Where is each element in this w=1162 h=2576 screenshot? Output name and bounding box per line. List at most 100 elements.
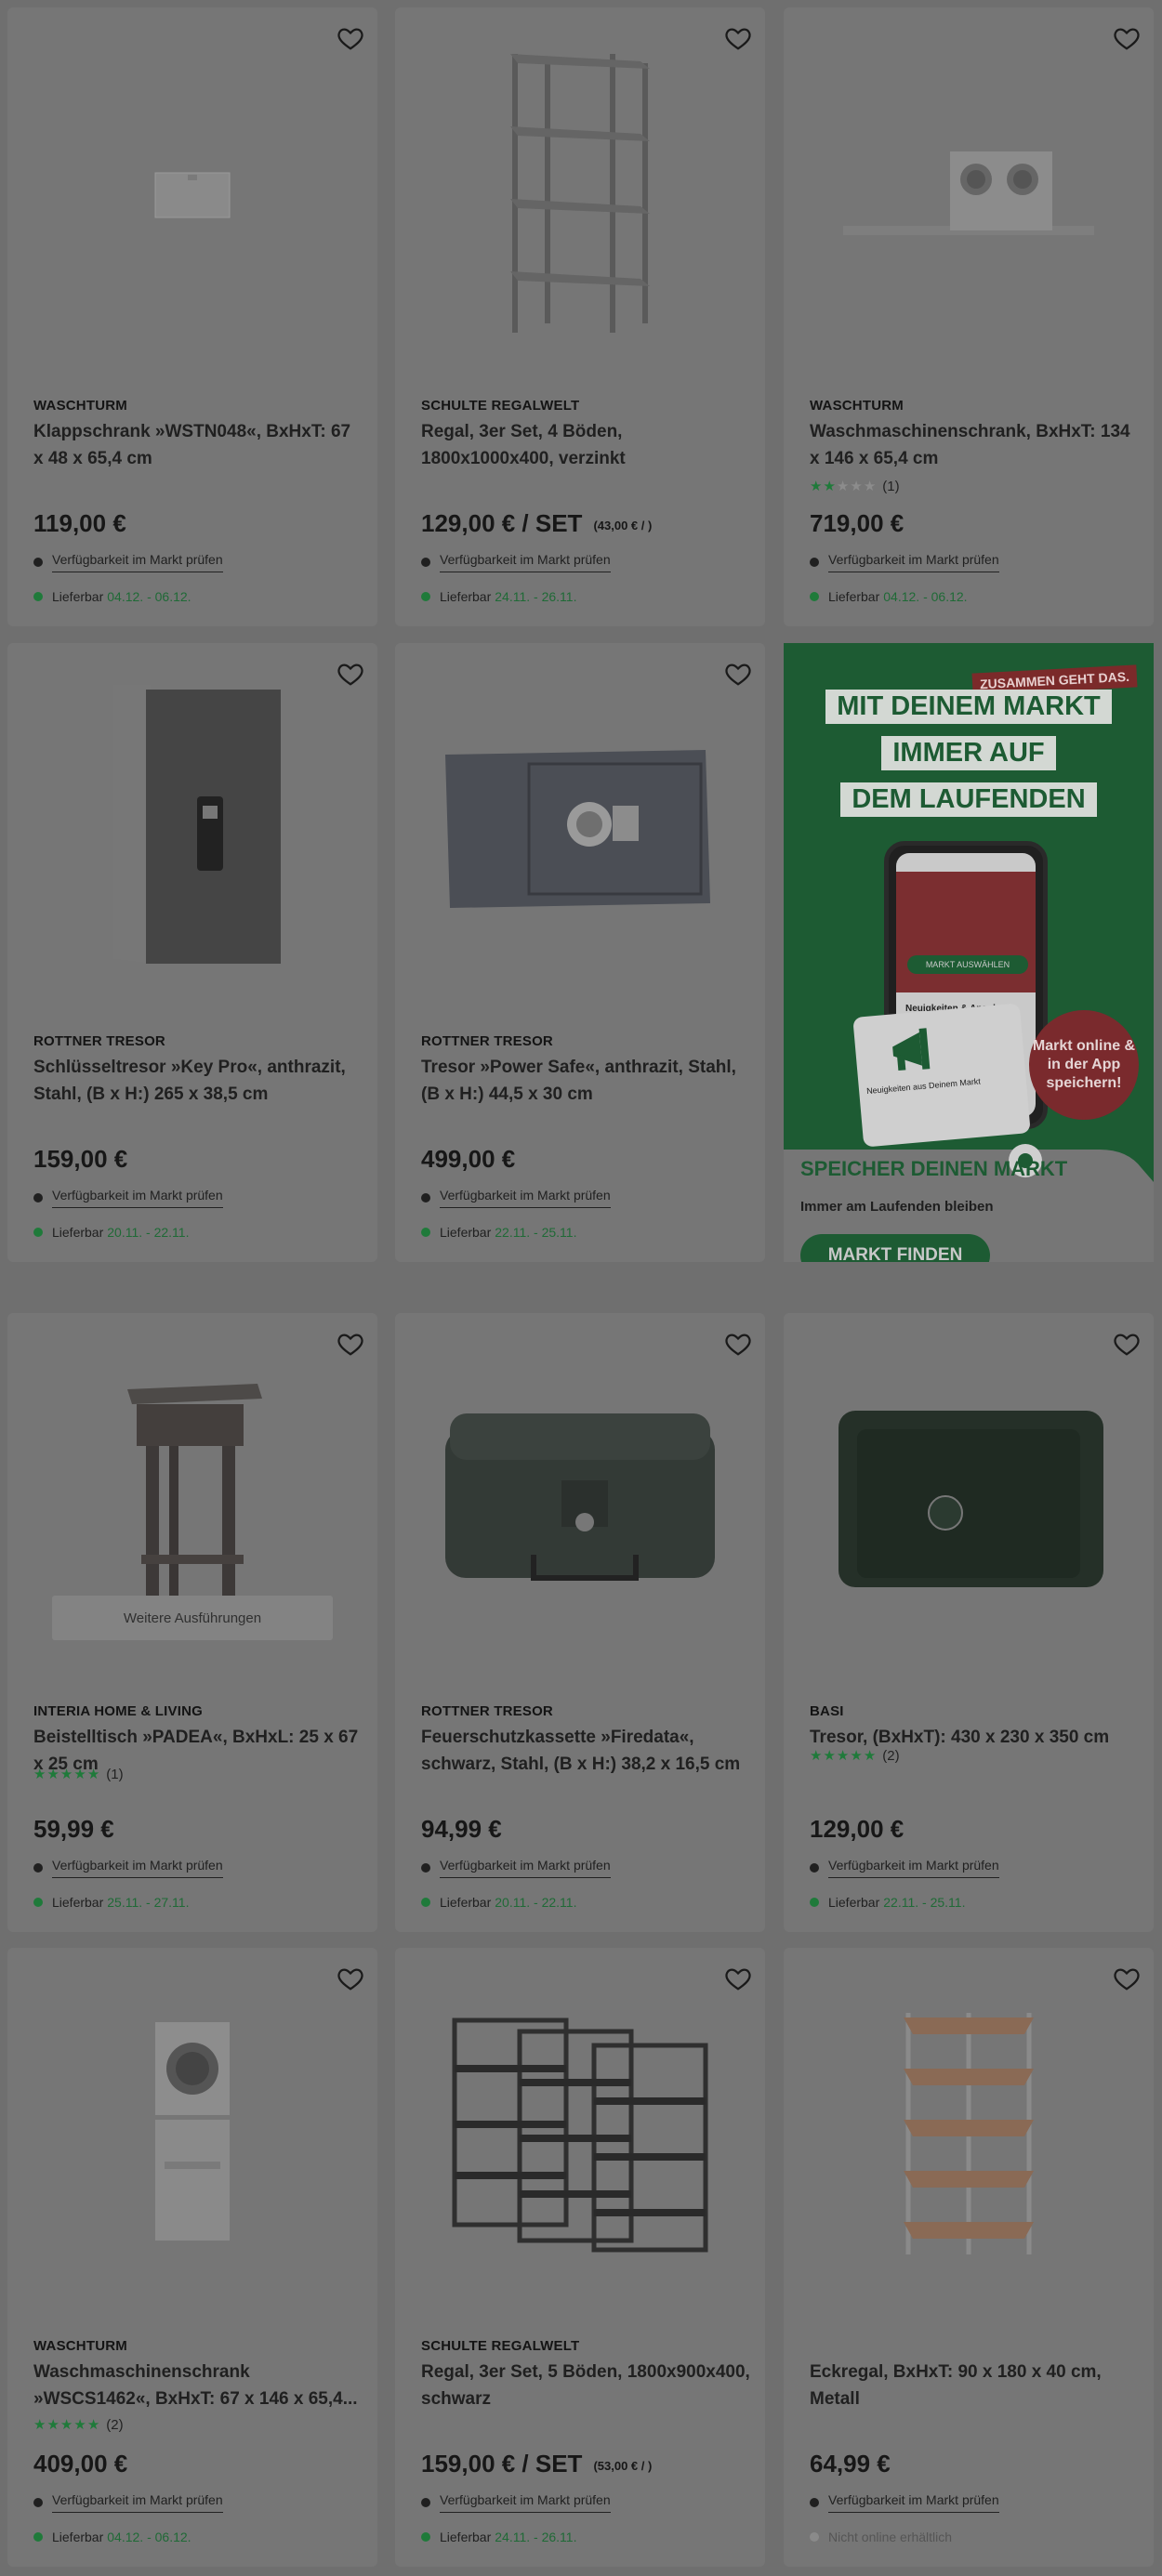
- product-card[interactable]: SCHULTE REGALWELT Regal, 3er Set, 5 Böden…: [395, 1948, 765, 2567]
- product-title[interactable]: Eckregal, BxHxT: 90 x 180 x 40 cm, Metal…: [810, 2359, 1140, 2412]
- product-card[interactable]: WASCHTURM Klappschrank »WSTN048«, BxHxT: …: [7, 7, 377, 626]
- heart-icon[interactable]: [337, 24, 364, 52]
- product-card[interactable]: Eckregal, BxHxT: 90 x 180 x 40 cm, Metal…: [784, 1948, 1154, 2567]
- availability-link[interactable]: Verfügbarkeit im Markt prüfen: [440, 552, 611, 572]
- product-card[interactable]: WASCHTURM Waschmaschinenschrank »WSCS1462…: [7, 1948, 377, 2567]
- product-card[interactable]: Weitere Ausführungen INTERIA HOME & LIVIN…: [7, 1313, 377, 1932]
- product-title[interactable]: Klappschrank »WSTN048«, BxHxT: 67 x 48 x…: [33, 418, 363, 472]
- availability-link[interactable]: Verfügbarkeit im Markt prüfen: [52, 2492, 223, 2513]
- product-image[interactable]: [784, 1948, 1154, 2320]
- dot-icon: [33, 1193, 43, 1203]
- availability-link[interactable]: Verfügbarkeit im Markt prüfen: [52, 552, 223, 572]
- availability-link[interactable]: Verfügbarkeit im Markt prüfen: [828, 2492, 999, 2513]
- product-rating[interactable]: ★ ★ ★ ★ ★ (2): [33, 2416, 124, 2434]
- delivery-status: Lieferbar 22.11. - 25.11.: [810, 1895, 965, 1910]
- star-icon: ★: [863, 1748, 877, 1764]
- product-image[interactable]: [395, 1313, 765, 1685]
- availability-check[interactable]: Verfügbarkeit im Markt prüfen: [421, 2492, 611, 2513]
- availability-check[interactable]: Verfügbarkeit im Markt prüfen: [810, 1858, 999, 1878]
- product-price: 499,00 €: [421, 1145, 515, 1174]
- product-card[interactable]: SCHULTE REGALWELT Regal, 3er Set, 4 Böden…: [395, 7, 765, 626]
- product-image[interactable]: [784, 1313, 1154, 1685]
- product-brand: ROTTNER TRESOR: [33, 1033, 165, 1049]
- product-image[interactable]: [7, 643, 377, 1015]
- product-card[interactable]: ROTTNER TRESOR Tresor »Power Safe«, anthr…: [395, 643, 765, 1262]
- dot-icon: [33, 1863, 43, 1873]
- availability-check[interactable]: Verfügbarkeit im Markt prüfen: [421, 552, 611, 572]
- product-title[interactable]: Regal, 3er Set, 5 Böden, 1800x900x400, s…: [421, 2359, 751, 2412]
- availability-link[interactable]: Verfügbarkeit im Markt prüfen: [52, 1858, 223, 1878]
- availability-link[interactable]: Verfügbarkeit im Markt prüfen: [440, 2492, 611, 2513]
- dot-icon: [33, 558, 43, 567]
- rating-count: (2): [882, 1747, 900, 1764]
- product-image[interactable]: [784, 7, 1154, 379]
- product-card[interactable]: BASI Tresor, (BxHxT): 430 x 230 x 350 cm ★…: [784, 1313, 1154, 1932]
- star-icon: ★: [850, 479, 863, 494]
- delivery-date: 04.12. - 06.12.: [107, 2530, 191, 2544]
- product-image[interactable]: [395, 1948, 765, 2320]
- delivery-status: Lieferbar 22.11. - 25.11.: [421, 1225, 576, 1240]
- availability-check[interactable]: Verfügbarkeit im Markt prüfen: [810, 552, 999, 572]
- product-title[interactable]: Schlüsseltresor »Key Pro«, anthrazit, St…: [33, 1054, 363, 1108]
- availability-check[interactable]: Verfügbarkeit im Markt prüfen: [810, 2492, 999, 2513]
- heart-icon[interactable]: [337, 1330, 364, 1358]
- delivery-date: 24.11. - 26.11.: [495, 2530, 577, 2544]
- product-rating[interactable]: ★ ★ ★ ★ ★ (2): [810, 1747, 900, 1765]
- dot-icon: [421, 1228, 430, 1237]
- megaphone-card: Neuigkeiten aus Deinem Markt: [852, 1003, 1031, 1148]
- availability-check[interactable]: Verfügbarkeit im Markt prüfen: [421, 1858, 611, 1878]
- product-brand: ROTTNER TRESOR: [421, 1033, 553, 1049]
- product-brand: WASCHTURM: [33, 2338, 127, 2354]
- product-image[interactable]: [395, 7, 765, 379]
- availability-link[interactable]: Verfügbarkeit im Markt prüfen: [440, 1188, 611, 1208]
- product-title[interactable]: Tresor »Power Safe«, anthrazit, Stahl, (…: [421, 1054, 751, 1108]
- product-rating[interactable]: ★ ★ ★ ★ ★ (1): [33, 1766, 124, 1783]
- heart-icon[interactable]: [1113, 1965, 1141, 1992]
- dot-icon: [421, 2498, 430, 2507]
- product-image[interactable]: [395, 643, 765, 1015]
- availability-check[interactable]: Verfügbarkeit im Markt prüfen: [33, 1858, 223, 1878]
- availability-check[interactable]: Verfügbarkeit im Markt prüfen: [421, 1188, 611, 1208]
- promo-badge: Markt online & in der App speichern!: [1029, 1010, 1139, 1120]
- availability-link[interactable]: Verfügbarkeit im Markt prüfen: [52, 1188, 223, 1208]
- product-card[interactable]: ROTTNER TRESOR Feuerschutzkassette »Fired…: [395, 1313, 765, 1932]
- promo-banner[interactable]: ZUSAMMEN GEHT DAS. MIT DEINEM MARKT IMME…: [784, 643, 1154, 1262]
- product-rating[interactable]: ★ ★ ★ ★ ★ (1): [810, 478, 900, 495]
- heart-icon[interactable]: [724, 1330, 752, 1358]
- product-title[interactable]: Feuerschutzkassette »Firedata«, schwarz,…: [421, 1724, 751, 1778]
- availability-link[interactable]: Verfügbarkeit im Markt prüfen: [828, 552, 999, 572]
- star-icon: ★: [86, 2417, 100, 2433]
- price-value: 719,00 €: [810, 509, 905, 537]
- star-icon: ★: [33, 2417, 46, 2433]
- availability-check[interactable]: Verfügbarkeit im Markt prüfen: [33, 552, 223, 572]
- availability-check[interactable]: Verfügbarkeit im Markt prüfen: [33, 1188, 223, 1208]
- product-title[interactable]: Waschmaschinenschrank, BxHxT: 134 x 146 …: [810, 418, 1140, 472]
- star-icon: ★: [33, 1767, 46, 1782]
- heart-icon[interactable]: [724, 24, 752, 52]
- availability-link[interactable]: Verfügbarkeit im Markt prüfen: [440, 1858, 611, 1878]
- heart-icon[interactable]: [1113, 1330, 1141, 1358]
- availability-link[interactable]: Verfügbarkeit im Markt prüfen: [828, 1858, 999, 1878]
- dot-icon: [421, 1193, 430, 1203]
- heart-icon[interactable]: [1113, 24, 1141, 52]
- price-value: 119,00 €: [33, 509, 126, 537]
- dot-icon: [810, 2498, 819, 2507]
- dot-icon: [421, 558, 430, 567]
- product-image[interactable]: [7, 7, 377, 379]
- product-title[interactable]: Regal, 3er Set, 4 Böden, 1800x1000x400, …: [421, 418, 751, 472]
- product-card[interactable]: WASCHTURM Waschmaschinenschrank, BxHxT: 1…: [784, 7, 1154, 626]
- delivery-date: 04.12. - 06.12.: [883, 589, 968, 604]
- product-title[interactable]: Waschmaschinenschrank »WSCS1462«, BxHxT:…: [33, 2359, 363, 2412]
- availability-check[interactable]: Verfügbarkeit im Markt prüfen: [33, 2492, 223, 2513]
- product-card[interactable]: ROTTNER TRESOR Schlüsseltresor »Key Pro«,…: [7, 643, 377, 1262]
- heart-icon[interactable]: [724, 1965, 752, 1992]
- price-value: 129,00 € / SET: [421, 509, 583, 537]
- heart-icon[interactable]: [337, 660, 364, 688]
- more-variants-button[interactable]: Weitere Ausführungen: [52, 1596, 333, 1640]
- product-price: 159,00 € / SET (53,00 € / ): [421, 2450, 652, 2478]
- heart-icon[interactable]: [724, 660, 752, 688]
- unit-price: (43,00 € / ): [593, 518, 653, 532]
- find-store-button[interactable]: MARKT FINDEN: [800, 1234, 990, 1262]
- product-image[interactable]: [7, 1948, 377, 2320]
- heart-icon[interactable]: [337, 1965, 364, 1992]
